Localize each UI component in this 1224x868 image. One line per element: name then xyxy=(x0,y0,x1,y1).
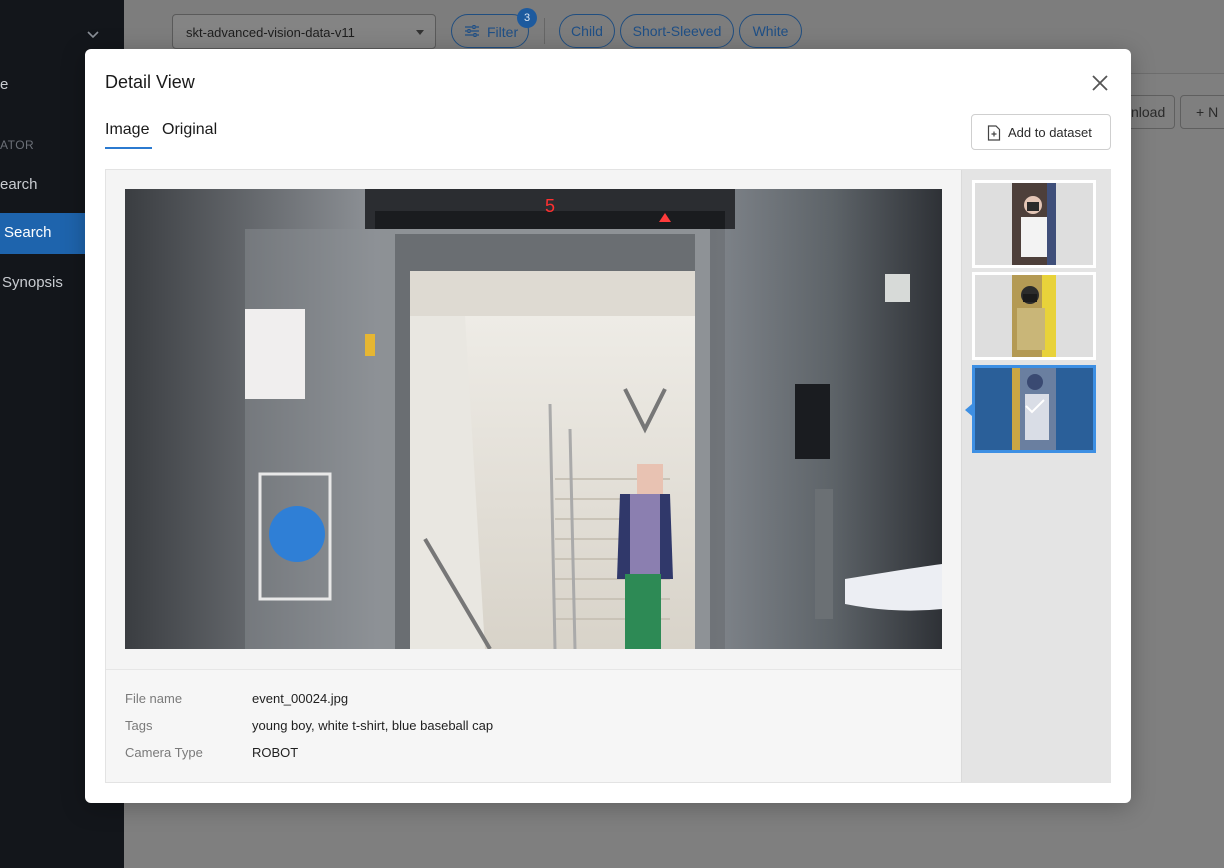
add-file-icon xyxy=(987,125,1001,141)
filter-label: Filter xyxy=(487,24,519,40)
tab-original[interactable]: Original xyxy=(162,121,217,139)
new-button[interactable]: + N xyxy=(1180,95,1224,129)
chevron-down-icon[interactable] xyxy=(86,27,100,41)
thumbnail-image xyxy=(1012,275,1056,357)
thumbnail-item-selected[interactable] xyxy=(965,365,1096,453)
close-icon[interactable] xyxy=(1089,72,1111,94)
sidebar-item-partial[interactable]: e xyxy=(0,76,8,93)
dataset-select-value: skt-advanced-vision-data-v11 xyxy=(186,25,355,40)
sliders-icon xyxy=(465,25,479,37)
meta-key-tags: Tags xyxy=(125,718,153,733)
meta-key-camera-type: Camera Type xyxy=(125,745,203,760)
divider xyxy=(544,18,545,44)
filter-chip-child[interactable]: Child xyxy=(559,14,615,48)
detail-content: 5 File name event_00024.jpg Tags young b… xyxy=(105,169,1111,783)
meta-key-file-name: File name xyxy=(125,691,183,706)
image-viewer: 5 xyxy=(106,170,961,669)
add-to-dataset-button[interactable]: Add to dataset xyxy=(971,114,1111,150)
floor-indicator: 5 xyxy=(545,196,555,216)
selection-pointer xyxy=(965,404,972,416)
check-icon xyxy=(1025,399,1045,414)
sidebar-item-synopsis[interactable]: Synopsis xyxy=(2,274,63,291)
event-photo[interactable]: 5 xyxy=(125,189,942,649)
dataset-select[interactable]: skt-advanced-vision-data-v11 xyxy=(172,14,436,49)
filter-chip-white[interactable]: White xyxy=(739,14,802,48)
thumbnail-image xyxy=(1012,183,1056,265)
active-tab-indicator xyxy=(105,147,152,149)
sidebar-item-search[interactable]: earch xyxy=(0,176,38,193)
filter-chip-short-sleeved[interactable]: Short-Sleeved xyxy=(620,14,734,48)
thumbnail-item[interactable] xyxy=(972,180,1096,268)
caret-down-icon xyxy=(416,30,424,35)
thumbnail-strip xyxy=(961,170,1111,782)
elevator-scene-image: 5 xyxy=(125,189,942,649)
meta-value-camera-type: ROBOT xyxy=(252,745,299,760)
tab-image[interactable]: Image xyxy=(105,121,149,139)
thumbnail-item[interactable] xyxy=(972,272,1096,360)
metadata-panel: File name event_00024.jpg Tags young boy… xyxy=(106,669,961,782)
detail-view-modal: Detail View Image Original Add to datase… xyxy=(85,49,1131,803)
filter-count-badge: 3 xyxy=(517,8,537,28)
meta-value-tags: young boy, white t-shirt, blue baseball … xyxy=(252,718,494,733)
sidebar-section-label: ATOR xyxy=(0,138,35,152)
sidebar-item-label: Search xyxy=(4,224,52,241)
add-to-dataset-label: Add to dataset xyxy=(1008,125,1092,140)
modal-title: Detail View xyxy=(105,72,195,92)
meta-value-file-name: event_00024.jpg xyxy=(252,691,349,706)
